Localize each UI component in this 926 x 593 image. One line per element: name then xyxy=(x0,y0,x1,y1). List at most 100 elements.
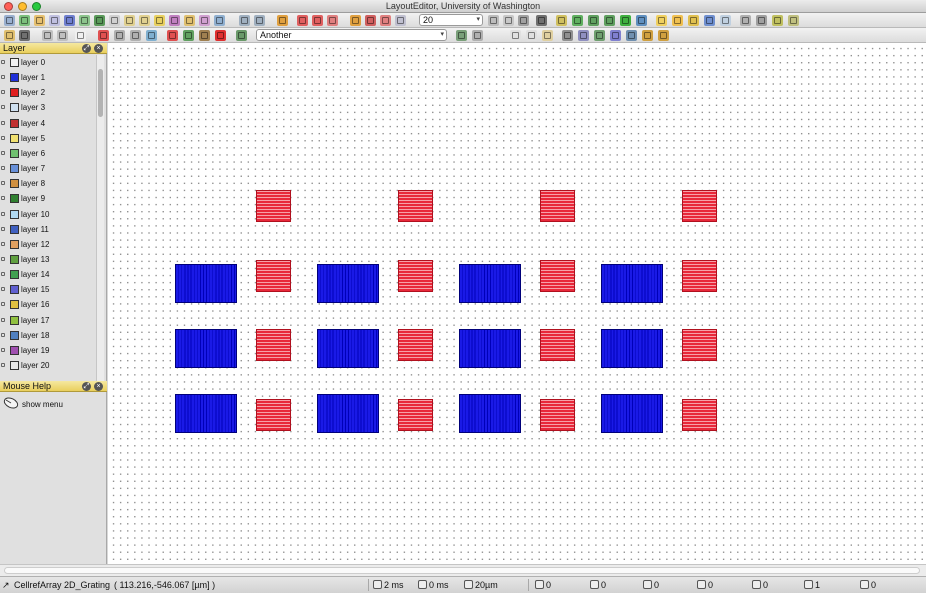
layer-row[interactable]: layer 9 xyxy=(0,192,96,207)
move-icon[interactable] xyxy=(109,15,120,26)
layer-row[interactable]: layer 12 xyxy=(0,238,96,253)
tool-icon[interactable] xyxy=(199,30,210,41)
angle-icon[interactable] xyxy=(740,15,751,26)
align-icon[interactable] xyxy=(572,15,583,26)
figure-group-icon[interactable] xyxy=(658,30,669,41)
edit-node-icon[interactable] xyxy=(146,30,157,41)
layer-row[interactable]: layer 13 xyxy=(0,253,96,268)
layer-row[interactable]: layer 5 xyxy=(0,132,96,147)
layer-row[interactable]: layer 17 xyxy=(0,314,96,329)
layout-canvas[interactable] xyxy=(108,43,926,564)
ruler-icon[interactable] xyxy=(518,15,529,26)
layer-visibility-icon[interactable] xyxy=(1,196,5,201)
layer-visibility-icon[interactable] xyxy=(1,287,5,292)
grid-fine-icon[interactable] xyxy=(503,15,514,26)
clock-icon[interactable] xyxy=(756,15,767,26)
layer-row[interactable]: layer 16 xyxy=(0,298,96,313)
layer-visibility-icon[interactable] xyxy=(1,256,5,261)
layer-visibility-icon[interactable] xyxy=(1,181,5,186)
cell-up-icon[interactable] xyxy=(510,30,521,41)
grating-cell-blue[interactable] xyxy=(459,329,521,368)
layer-row[interactable]: layer 10 xyxy=(0,208,96,223)
layer-visibility-icon[interactable] xyxy=(1,120,5,125)
grid-icon[interactable] xyxy=(488,15,499,26)
layer-row[interactable]: layer 7 xyxy=(0,162,96,177)
grating-cell-red[interactable] xyxy=(540,190,575,222)
cut-icon[interactable] xyxy=(184,15,195,26)
layer-visibility-icon[interactable] xyxy=(1,241,5,246)
boolean-icon[interactable] xyxy=(365,15,376,26)
layer-visibility-icon[interactable] xyxy=(1,60,5,64)
grating-cell-blue[interactable] xyxy=(459,264,521,303)
grating-cell-blue[interactable] xyxy=(317,264,379,303)
layer-row[interactable]: layer 18 xyxy=(0,329,96,344)
arc-icon[interactable] xyxy=(688,15,699,26)
layer-visibility-icon[interactable] xyxy=(1,75,5,80)
round-corner-icon[interactable] xyxy=(720,15,731,26)
distribute-icon[interactable] xyxy=(588,15,599,26)
layer-visibility-icon[interactable] xyxy=(1,347,5,352)
macro-icon[interactable] xyxy=(236,30,247,41)
text-icon[interactable] xyxy=(94,15,105,26)
layer-row[interactable]: layer 2 xyxy=(0,86,96,101)
extend-icon[interactable] xyxy=(788,15,799,26)
layer-row[interactable]: layer 8 xyxy=(0,177,96,192)
move-point-icon[interactable] xyxy=(114,30,125,41)
new-cell-icon[interactable] xyxy=(75,30,86,41)
close-icon[interactable]: × xyxy=(94,382,103,391)
layer-visibility-icon[interactable] xyxy=(1,135,5,140)
grating-cell-red[interactable] xyxy=(398,329,433,361)
grating-cell-red[interactable] xyxy=(682,329,717,361)
canvas-scroll-thumb[interactable] xyxy=(4,567,920,574)
layer-row[interactable]: layer 3 xyxy=(0,101,96,116)
cell-select-combo[interactable]: Another ▾ xyxy=(256,29,447,41)
cellref-array-icon[interactable] xyxy=(79,15,90,26)
redo-icon[interactable] xyxy=(472,30,483,41)
spline-icon[interactable] xyxy=(704,15,715,26)
grating-cell-red[interactable] xyxy=(682,190,717,222)
grating-cell-blue[interactable] xyxy=(601,264,663,303)
rotate-point-icon[interactable] xyxy=(130,30,141,41)
layer-row[interactable]: layer 4 xyxy=(0,117,96,132)
cell-down-icon[interactable] xyxy=(526,30,537,41)
grating-cell-red[interactable] xyxy=(682,399,717,431)
cancel-icon[interactable] xyxy=(215,30,226,41)
box-icon[interactable] xyxy=(19,15,30,26)
zoom-fit-icon[interactable] xyxy=(277,15,288,26)
rotate-icon[interactable] xyxy=(139,15,150,26)
grating-cell-red[interactable] xyxy=(540,399,575,431)
layer-visibility-icon[interactable] xyxy=(1,226,5,231)
layer-row[interactable]: layer 20 xyxy=(0,359,96,374)
hierarchy-down-icon[interactable] xyxy=(578,30,589,41)
grating-cell-red[interactable] xyxy=(256,260,291,292)
cell-open-icon[interactable] xyxy=(594,30,605,41)
select-all-icon[interactable] xyxy=(297,15,308,26)
layer-visibility-icon[interactable] xyxy=(1,317,5,322)
grating-cell-blue[interactable] xyxy=(459,394,521,433)
grating-cell-red[interactable] xyxy=(256,399,291,431)
grating-cell-red[interactable] xyxy=(398,190,433,222)
scale-icon[interactable] xyxy=(169,15,180,26)
layer-visibility-icon[interactable] xyxy=(1,363,5,367)
group-icon[interactable] xyxy=(620,15,631,26)
close-icon[interactable]: × xyxy=(94,44,103,53)
layer-row[interactable]: layer 19 xyxy=(0,344,96,359)
transform-icon[interactable] xyxy=(772,15,783,26)
layer-row[interactable]: layer 11 xyxy=(0,223,96,238)
hierarchy-icon[interactable] xyxy=(636,15,647,26)
merge-icon[interactable] xyxy=(199,15,210,26)
layer-visibility-icon[interactable] xyxy=(1,166,5,171)
layer-visibility-icon[interactable] xyxy=(1,105,5,110)
add-point-icon[interactable] xyxy=(167,30,178,41)
grating-cell-blue[interactable] xyxy=(317,329,379,368)
measure-icon[interactable] xyxy=(214,15,225,26)
grating-cell-red[interactable] xyxy=(256,190,291,222)
snap-icon[interactable] xyxy=(536,15,547,26)
size-icon[interactable] xyxy=(380,15,391,26)
point-icon[interactable] xyxy=(656,15,667,26)
cell-tree-icon[interactable] xyxy=(626,30,637,41)
print-icon[interactable] xyxy=(42,30,53,41)
crop-icon[interactable] xyxy=(556,15,567,26)
invert-selection-icon[interactable] xyxy=(327,15,338,26)
circle-icon[interactable] xyxy=(672,15,683,26)
